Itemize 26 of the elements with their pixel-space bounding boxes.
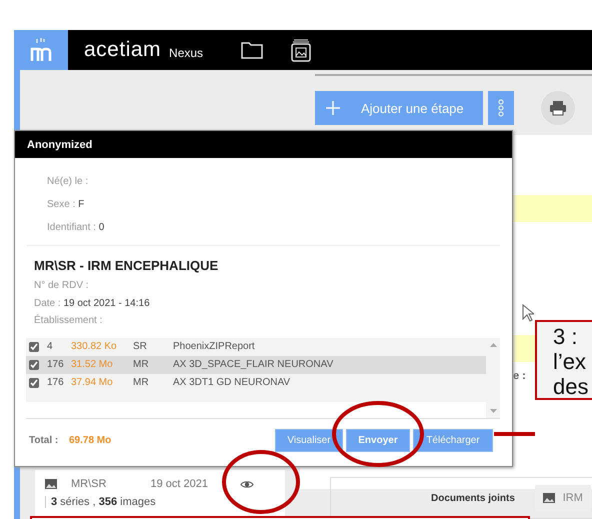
patient-field: Sexe : F xyxy=(47,193,512,216)
add-step-button[interactable]: Ajouter une étape xyxy=(315,91,483,125)
product-name: Nexus xyxy=(169,46,204,60)
exam-title: MR\SR - IRM ENCEPHALIQUE xyxy=(34,258,220,273)
series-row[interactable]: 4 330.82 Ko SR PhoenixZIPReport xyxy=(26,338,486,356)
exam-field: Établissement : xyxy=(34,312,512,330)
study-modality: MR\SR xyxy=(71,478,106,490)
action-button[interactable]: Visualiser xyxy=(275,428,343,452)
action-button[interactable]: Envoyer xyxy=(346,428,410,452)
action-button[interactable]: Télécharger xyxy=(413,428,493,452)
exam-field: N° de RDV : xyxy=(34,277,512,294)
documents-label: Documents joints xyxy=(431,492,515,504)
series-row[interactable]: 176 37.94 Mo MR AX 3DT1 GD NEURONAV xyxy=(26,374,486,392)
study-summary: 3 séries , 356 images xyxy=(45,496,275,508)
callout-box: 3 : l’ex des xyxy=(535,320,592,400)
dialog-title: Anonymized xyxy=(15,131,512,158)
field-label: e : xyxy=(513,370,526,382)
series-row[interactable]: 176 31.52 Mo MR AX 3D_SPACE_FLAIR NEURONAV xyxy=(26,356,486,374)
total-label: Total : xyxy=(29,434,60,446)
study-card[interactable]: MR\SR 19 oct 2021 3 séries , 356 images xyxy=(35,470,285,519)
brand-name: acetiam xyxy=(84,38,162,62)
study-date: 19 oct 2021 xyxy=(150,478,208,490)
total-size: 69.78 Mo xyxy=(69,434,112,446)
exam-field: Date : 19 oct 2021 - 14:16 xyxy=(34,294,512,312)
patient-field: Né(e) le : xyxy=(47,170,512,193)
patient-field: Identifiant : 0 xyxy=(47,216,512,239)
